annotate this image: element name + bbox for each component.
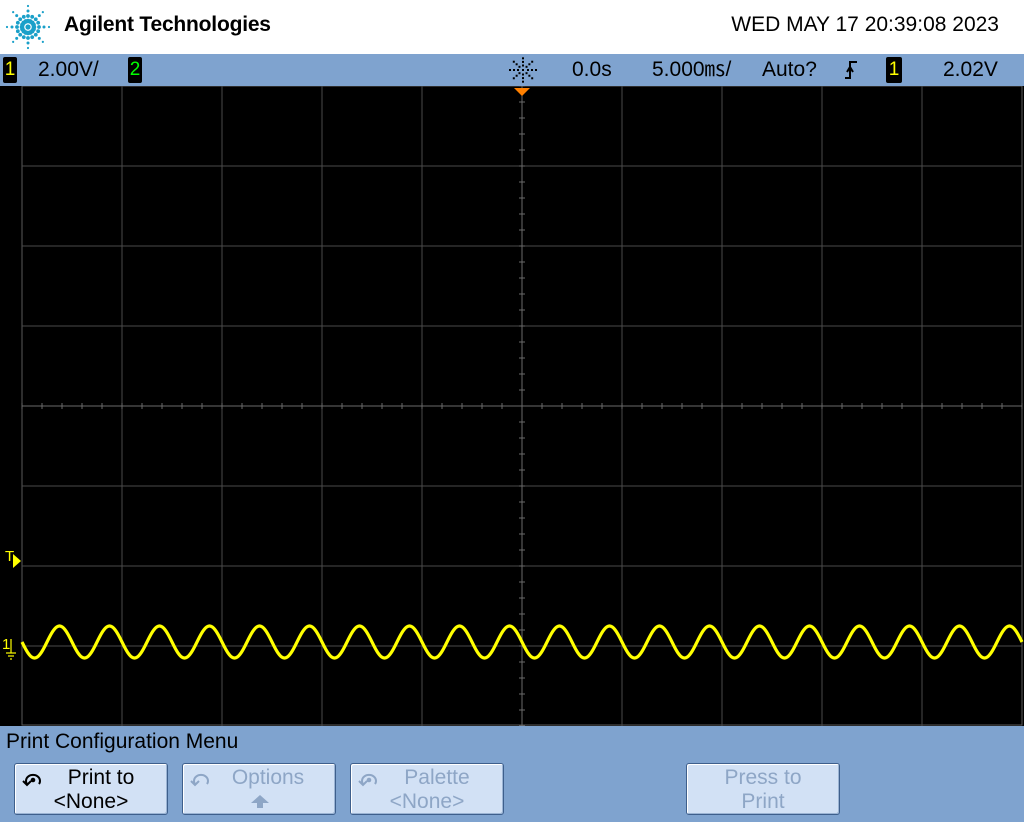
status-bar: 1 2.00V/ 2 0.0s 5.000㎳/ Auto? 1 2.02V [0,54,1024,86]
rising-edge-icon[interactable] [842,59,860,81]
channel-1-scale[interactable]: 2.00V/ [38,57,99,83]
palette-label: Palette [404,766,470,789]
options-softkey[interactable]: Options [182,763,336,815]
graticule-ticks [21,86,1023,726]
time-delay[interactable]: 0.0s [572,57,612,83]
channel-1-ground-marker[interactable]: 1 [2,636,10,653]
channel-2-badge[interactable]: 2 [128,57,142,83]
header: Agilent Technologies WED MAY 17 20:39:08… [0,0,1024,54]
palette-value: <None> [389,790,465,813]
time-scale[interactable]: 5.000㎳/ [652,57,731,83]
trigger-level[interactable]: 2.02V [943,57,998,83]
print-to-softkey[interactable]: Print to <None> [14,763,168,815]
softkey-menu: Print Configuration Menu Print to <None>… [0,726,1024,822]
options-label: Options [231,766,305,789]
trigger-source-badge[interactable]: 1 [886,57,902,83]
press-to-print-line2: Print [741,790,785,813]
press-to-print-line1: Press to [724,766,802,789]
agilent-spark-logo-icon [5,4,51,50]
waveform-display[interactable]: T 1 [0,86,1024,726]
press-to-print-softkey[interactable]: Press to Print [686,763,840,815]
submenu-arrow-icon [251,795,269,808]
trigger-level-arrow[interactable] [13,554,21,568]
trigger-mode[interactable]: Auto? [762,57,817,83]
acquisition-run-icon[interactable] [507,55,539,85]
print-to-label: Print to [67,766,135,789]
channel-1-badge[interactable]: 1 [3,57,17,83]
trigger-position-marker[interactable] [514,88,530,96]
date-time: WED MAY 17 20:39:08 2023 [731,13,999,36]
brand-name: Agilent Technologies [64,13,271,36]
trigger-level-marker: T [5,548,14,565]
print-to-value: <None> [53,790,129,813]
menu-title: Print Configuration Menu [6,730,239,753]
palette-softkey[interactable]: Palette <None> [350,763,504,815]
